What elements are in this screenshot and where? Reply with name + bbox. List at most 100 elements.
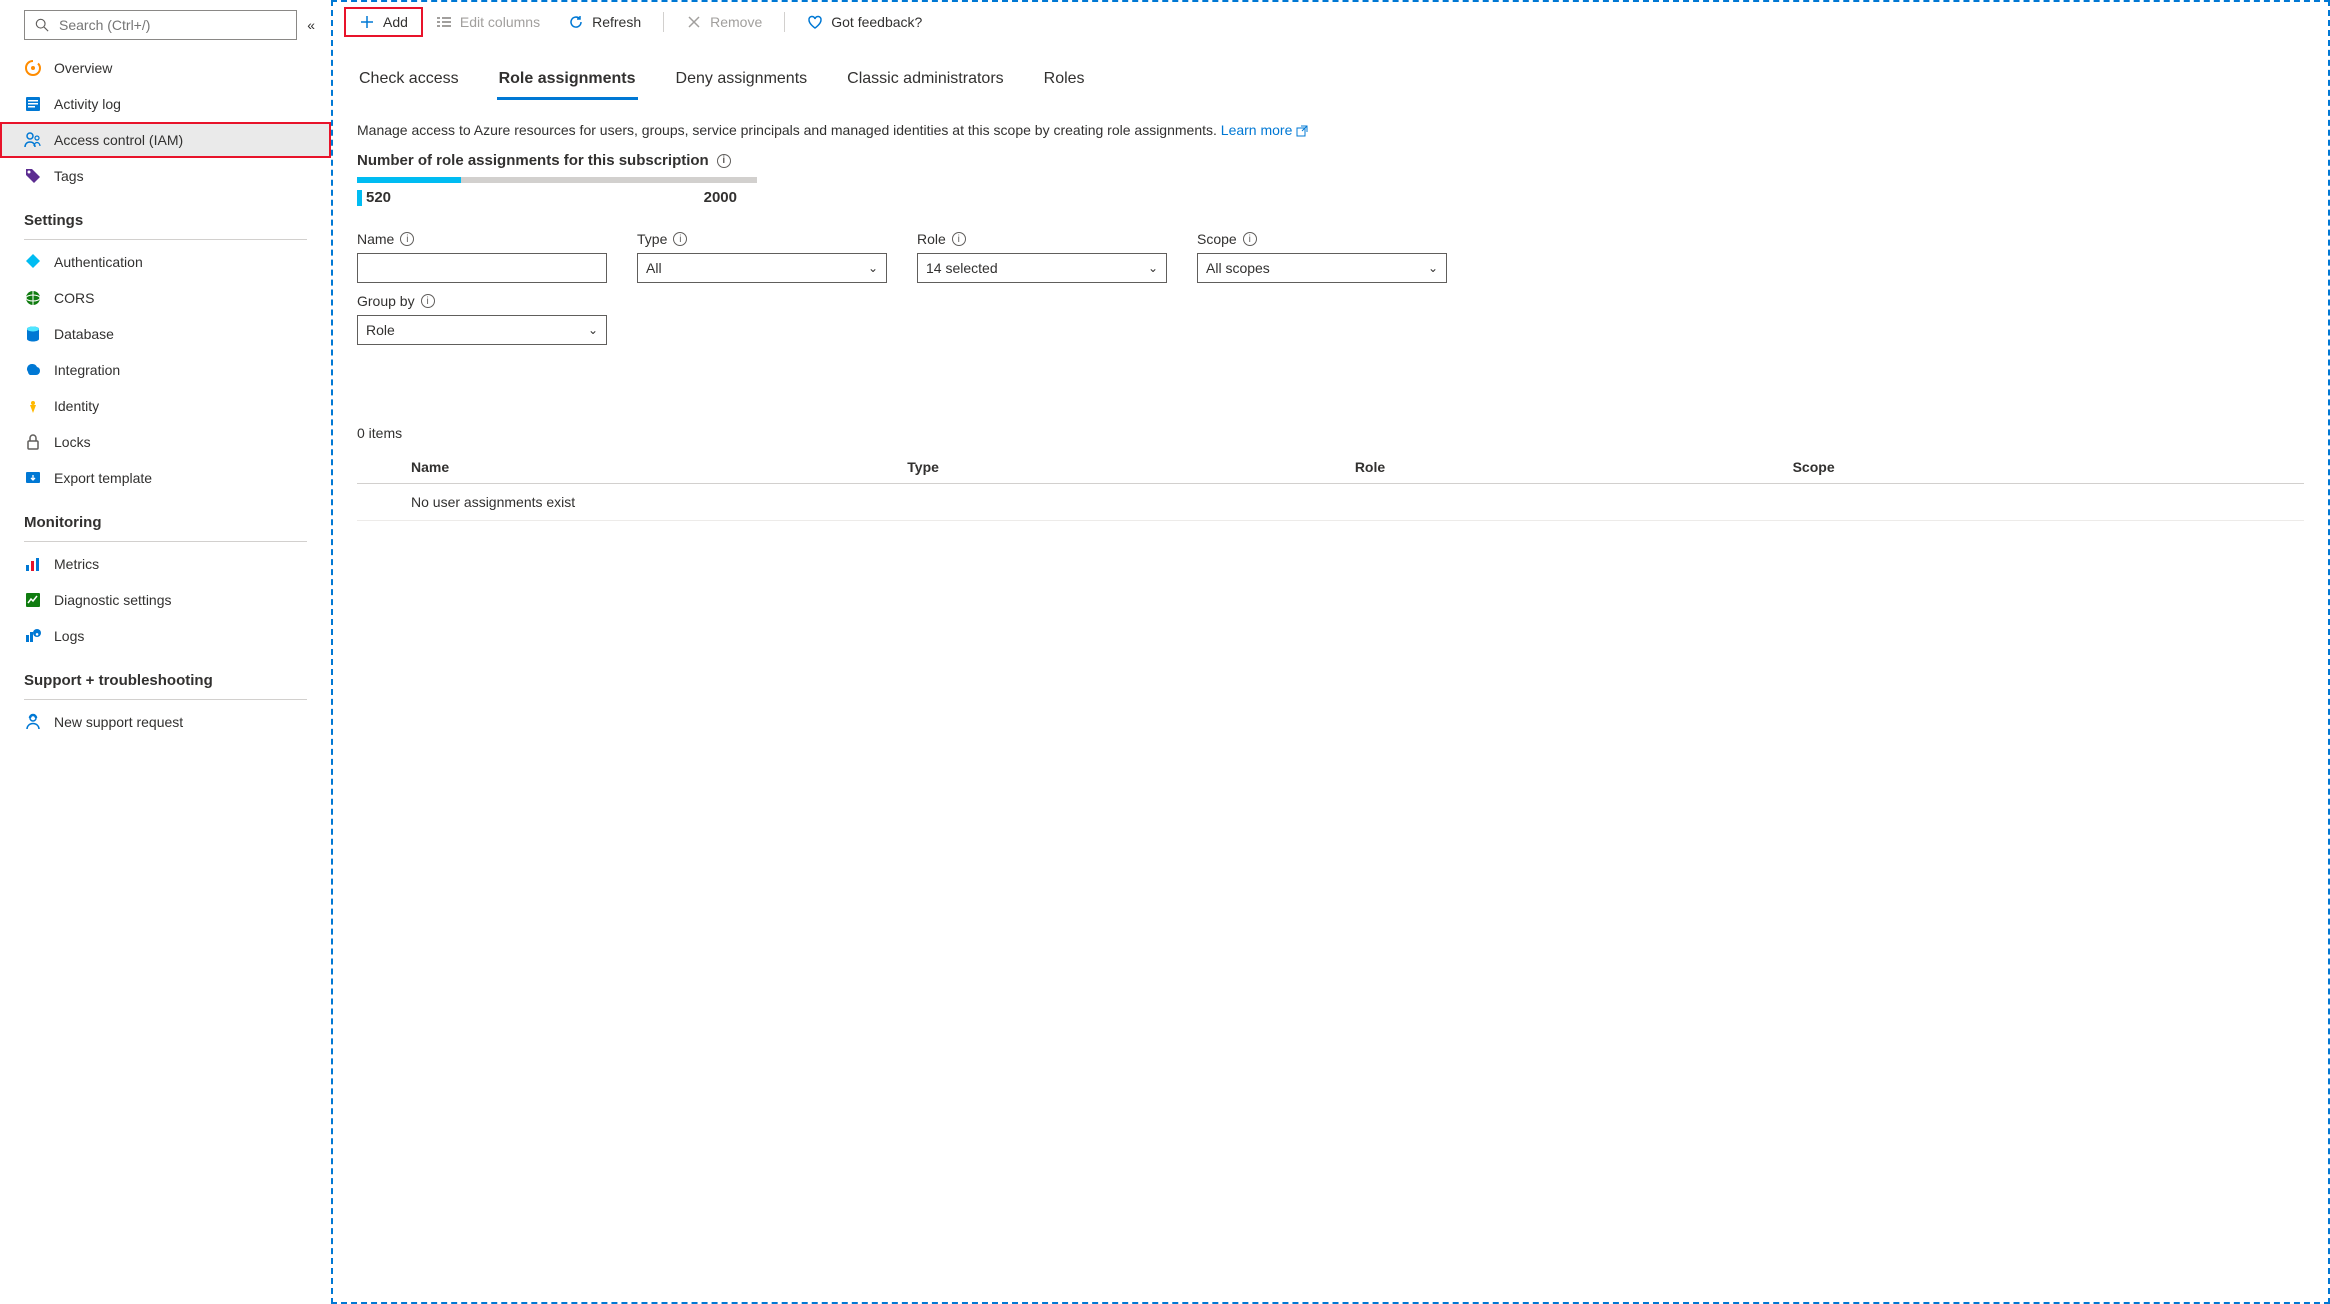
tab-check-access[interactable]: Check access bbox=[357, 62, 461, 98]
tab-deny-assignments[interactable]: Deny assignments bbox=[674, 62, 810, 98]
filter-label-groupby: Group by i bbox=[357, 293, 2304, 309]
separator bbox=[663, 12, 664, 32]
search-icon bbox=[33, 16, 51, 34]
sidebar-item-label: Integration bbox=[54, 362, 120, 378]
refresh-button[interactable]: Refresh bbox=[554, 8, 655, 36]
overview-icon bbox=[24, 59, 42, 77]
remove-icon bbox=[686, 14, 702, 30]
remove-button[interactable]: Remove bbox=[672, 8, 776, 36]
chevron-down-icon: ⌄ bbox=[1428, 261, 1438, 275]
divider bbox=[24, 541, 307, 542]
tabs: Check access Role assignments Deny assig… bbox=[357, 62, 2304, 98]
info-icon[interactable]: i bbox=[421, 294, 435, 308]
sidebar-item-label: Metrics bbox=[54, 556, 99, 572]
progress-max: 2000 bbox=[704, 189, 737, 206]
diagnostic-icon bbox=[24, 591, 42, 609]
filter-label-name: Name i bbox=[357, 231, 607, 247]
filter-label-type: Type i bbox=[637, 231, 887, 247]
sidebar-item-label: Export template bbox=[54, 470, 152, 486]
role-filter-select[interactable]: 14 selected ⌄ bbox=[917, 253, 1167, 283]
column-header-name[interactable]: Name bbox=[397, 451, 893, 484]
sidebar-item-integration[interactable]: Integration bbox=[0, 352, 331, 388]
info-icon[interactable]: i bbox=[952, 232, 966, 246]
sidebar-item-label: Locks bbox=[54, 434, 91, 450]
identity-icon bbox=[24, 397, 42, 415]
sidebar-item-new-support-request[interactable]: New support request bbox=[0, 704, 331, 740]
info-icon[interactable]: i bbox=[673, 232, 687, 246]
add-button[interactable]: Add bbox=[345, 8, 422, 36]
items-count: 0 items bbox=[357, 425, 2304, 441]
export-template-icon bbox=[24, 469, 42, 487]
database-icon bbox=[24, 325, 42, 343]
section-header-monitoring: Monitoring bbox=[0, 496, 331, 537]
access-control-icon bbox=[24, 131, 42, 149]
sidebar: « Overview Activity log Access control (… bbox=[0, 0, 331, 1304]
sidebar-item-locks[interactable]: Locks bbox=[0, 424, 331, 460]
button-label: Refresh bbox=[592, 14, 641, 30]
logs-icon: ● bbox=[24, 627, 42, 645]
sidebar-item-label: Authentication bbox=[54, 254, 143, 270]
tags-icon bbox=[24, 167, 42, 185]
sidebar-item-label: Database bbox=[54, 326, 114, 342]
sidebar-item-export-template[interactable]: Export template bbox=[0, 460, 331, 496]
sidebar-item-label: Activity log bbox=[54, 96, 121, 112]
sidebar-item-label: CORS bbox=[54, 290, 94, 306]
name-filter-input[interactable] bbox=[357, 253, 607, 283]
info-icon[interactable]: i bbox=[400, 232, 414, 246]
sidebar-item-overview[interactable]: Overview bbox=[0, 50, 331, 86]
plus-icon bbox=[359, 14, 375, 30]
section-header-settings: Settings bbox=[0, 194, 331, 235]
groupby-select[interactable]: Role ⌄ bbox=[357, 315, 607, 345]
main-content: Add Edit columns Refresh Remove Got feed… bbox=[331, 0, 2330, 1304]
sidebar-item-activity-log[interactable]: Activity log bbox=[0, 86, 331, 122]
sidebar-item-access-control[interactable]: Access control (IAM) bbox=[0, 122, 331, 158]
sidebar-item-identity[interactable]: Identity bbox=[0, 388, 331, 424]
tab-classic-administrators[interactable]: Classic administrators bbox=[845, 62, 1005, 98]
button-label: Remove bbox=[710, 14, 762, 30]
sidebar-item-metrics[interactable]: Metrics bbox=[0, 546, 331, 582]
sidebar-item-label: Identity bbox=[54, 398, 99, 414]
chevron-down-icon: ⌄ bbox=[588, 323, 598, 337]
column-header-type[interactable]: Type bbox=[893, 451, 1341, 484]
tab-roles[interactable]: Roles bbox=[1042, 62, 1087, 98]
sidebar-item-tags[interactable]: Tags bbox=[0, 158, 331, 194]
integration-icon bbox=[24, 361, 42, 379]
progress-bar bbox=[357, 177, 757, 183]
sidebar-item-label: Logs bbox=[54, 628, 84, 644]
button-label: Add bbox=[383, 14, 408, 30]
toolbar: Add Edit columns Refresh Remove Got feed… bbox=[333, 2, 2328, 42]
sidebar-item-cors[interactable]: CORS bbox=[0, 280, 331, 316]
tab-role-assignments[interactable]: Role assignments bbox=[497, 62, 638, 98]
metrics-icon bbox=[24, 555, 42, 573]
type-filter-select[interactable]: All ⌄ bbox=[637, 253, 887, 283]
authentication-icon bbox=[24, 253, 42, 271]
search-input[interactable] bbox=[59, 17, 288, 33]
sidebar-item-diagnostic-settings[interactable]: Diagnostic settings bbox=[0, 582, 331, 618]
collapse-sidebar-button[interactable]: « bbox=[307, 17, 315, 33]
progress-current: 520 bbox=[357, 189, 391, 206]
column-header-scope[interactable]: Scope bbox=[1779, 451, 2304, 484]
info-icon[interactable]: i bbox=[1243, 232, 1257, 246]
edit-columns-button[interactable]: Edit columns bbox=[422, 8, 554, 36]
filter-label-role: Role i bbox=[917, 231, 1167, 247]
info-icon[interactable]: i bbox=[717, 154, 731, 168]
cors-icon bbox=[24, 289, 42, 307]
activity-log-icon bbox=[24, 95, 42, 113]
sidebar-item-label: Tags bbox=[54, 168, 84, 184]
column-header-role[interactable]: Role bbox=[1341, 451, 1779, 484]
learn-more-link[interactable]: Learn more bbox=[1221, 122, 1308, 138]
sidebar-item-logs[interactable]: ● Logs bbox=[0, 618, 331, 654]
sidebar-item-label: Overview bbox=[54, 60, 112, 76]
section-header-support: Support + troubleshooting bbox=[0, 654, 331, 695]
columns-icon bbox=[436, 14, 452, 30]
search-box[interactable] bbox=[24, 10, 297, 40]
sidebar-item-database[interactable]: Database bbox=[0, 316, 331, 352]
scope-filter-select[interactable]: All scopes ⌄ bbox=[1197, 253, 1447, 283]
description: Manage access to Azure resources for use… bbox=[357, 122, 2304, 138]
chevron-down-icon: ⌄ bbox=[868, 261, 878, 275]
heart-icon bbox=[807, 14, 823, 30]
divider bbox=[24, 239, 307, 240]
assignments-table: Name Type Role Scope No user assignments… bbox=[357, 451, 2304, 521]
sidebar-item-authentication[interactable]: Authentication bbox=[0, 244, 331, 280]
feedback-button[interactable]: Got feedback? bbox=[793, 8, 936, 36]
